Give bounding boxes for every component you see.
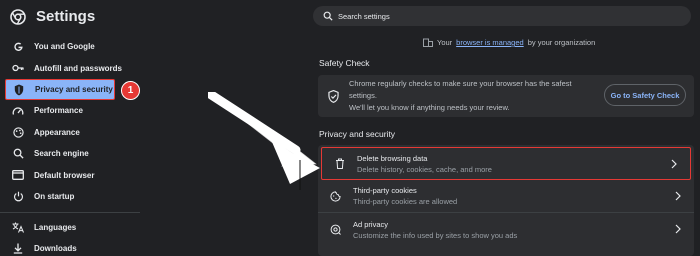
sidebar-item-label: On startup — [34, 192, 75, 202]
cookie-icon — [330, 190, 341, 202]
sidebar-item-appearance[interactable]: Appearance — [0, 122, 145, 144]
row-sublabel: Delete history, cookies, cache, and more — [357, 164, 492, 174]
sidebar: Settings You and Google Autofill and pas… — [0, 0, 300, 256]
key-icon — [12, 62, 24, 74]
translate-icon — [12, 221, 24, 233]
palette-icon — [12, 126, 24, 138]
managed-prefix: Your — [437, 38, 453, 47]
chevron-right-icon — [675, 191, 681, 201]
sidebar-item-label: Default browser — [34, 170, 95, 180]
search-icon — [12, 148, 24, 160]
row-label: Third-party cookies — [353, 186, 417, 195]
chevron-right-icon — [675, 224, 681, 234]
app-header: Settings — [10, 8, 95, 25]
sidebar-item-on-startup[interactable]: On startup — [0, 186, 145, 208]
building-icon — [423, 38, 433, 47]
row-sublabel: Third-party cookies are allowed — [353, 197, 458, 206]
sidebar-item-label: Autofill and passwords — [34, 63, 123, 73]
sidebar-item-label: Appearance — [34, 127, 80, 137]
page-title: Settings — [36, 8, 96, 25]
sidebar-item-label: Search engine — [34, 149, 89, 159]
row-sublabel: Customize the info used by sites to show… — [353, 230, 518, 240]
sidebar-item-autofill[interactable]: Autofill and passwords — [0, 58, 145, 80]
sidebar-item-label: Downloads — [34, 244, 77, 254]
search-icon — [323, 11, 333, 21]
sidebar-item-search-engine[interactable]: Search engine — [0, 143, 145, 165]
chevron-right-icon — [671, 159, 677, 169]
download-icon — [12, 243, 24, 255]
safety-check-heading: Safety Check — [319, 58, 370, 68]
sidebar-item-privacy-and-security[interactable]: Privacy and security — [5, 79, 115, 100]
third-party-cookies-row[interactable]: Third-party cookies Third-party cookies … — [318, 180, 694, 213]
managed-link[interactable]: browser is managed — [456, 38, 524, 47]
sidebar-nav: You and Google Autofill and passwords Pr… — [0, 36, 145, 256]
shield-icon — [13, 84, 25, 96]
sidebar-item-you-and-google[interactable]: You and Google — [0, 36, 145, 58]
main-content: Search settings Your browser is managed … — [310, 0, 700, 256]
power-icon — [12, 191, 24, 203]
search-input[interactable]: Search settings — [313, 6, 691, 26]
sidebar-item-default-browser[interactable]: Default browser — [0, 165, 145, 187]
sidebar-item-label: Performance — [34, 106, 83, 116]
shield-check-icon — [328, 89, 339, 103]
google-icon — [12, 41, 24, 53]
safety-check-line2: We'll let you know if anything needs you… — [349, 103, 510, 112]
safety-check-line1: Chrome regularly checks to make sure you… — [349, 79, 572, 100]
chrome-icon — [10, 8, 26, 25]
managed-suffix: by your organization — [527, 38, 596, 47]
safety-check-description: Chrome regularly checks to make sure you… — [349, 78, 599, 114]
sidebar-divider — [0, 211, 140, 213]
safety-check-card: Chrome regularly checks to make sure you… — [318, 75, 694, 117]
privacy-section-heading: Privacy and security — [319, 129, 396, 139]
sidebar-item-downloads[interactable]: Downloads — [0, 238, 145, 256]
sidebar-item-languages[interactable]: Languages — [0, 217, 145, 239]
delete-browsing-data-row[interactable]: Delete browsing data Delete history, coo… — [321, 147, 691, 180]
go-to-safety-check-button[interactable]: Go to Safety Check — [604, 84, 686, 106]
speedometer-icon — [12, 105, 24, 117]
row-label: Delete browsing data — [357, 153, 428, 163]
sidebar-item-label: You and Google — [34, 42, 95, 52]
sidebar-item-label: Privacy and security — [35, 85, 113, 94]
row-label: Ad privacy — [353, 219, 389, 229]
ad-privacy-icon — [330, 224, 341, 235]
sidebar-item-performance[interactable]: Performance — [0, 100, 145, 122]
ad-privacy-row[interactable]: Ad privacy Customize the info used by si… — [318, 213, 694, 246]
search-placeholder: Search settings — [338, 11, 390, 21]
sidebar-item-label: Languages — [34, 222, 77, 232]
step-badge: 1 — [121, 81, 140, 100]
browser-icon — [12, 169, 24, 181]
privacy-card: Delete browsing data Delete history, coo… — [318, 145, 694, 256]
trash-icon — [334, 158, 345, 169]
managed-notice: Your browser is managed by your organiza… — [423, 38, 595, 47]
